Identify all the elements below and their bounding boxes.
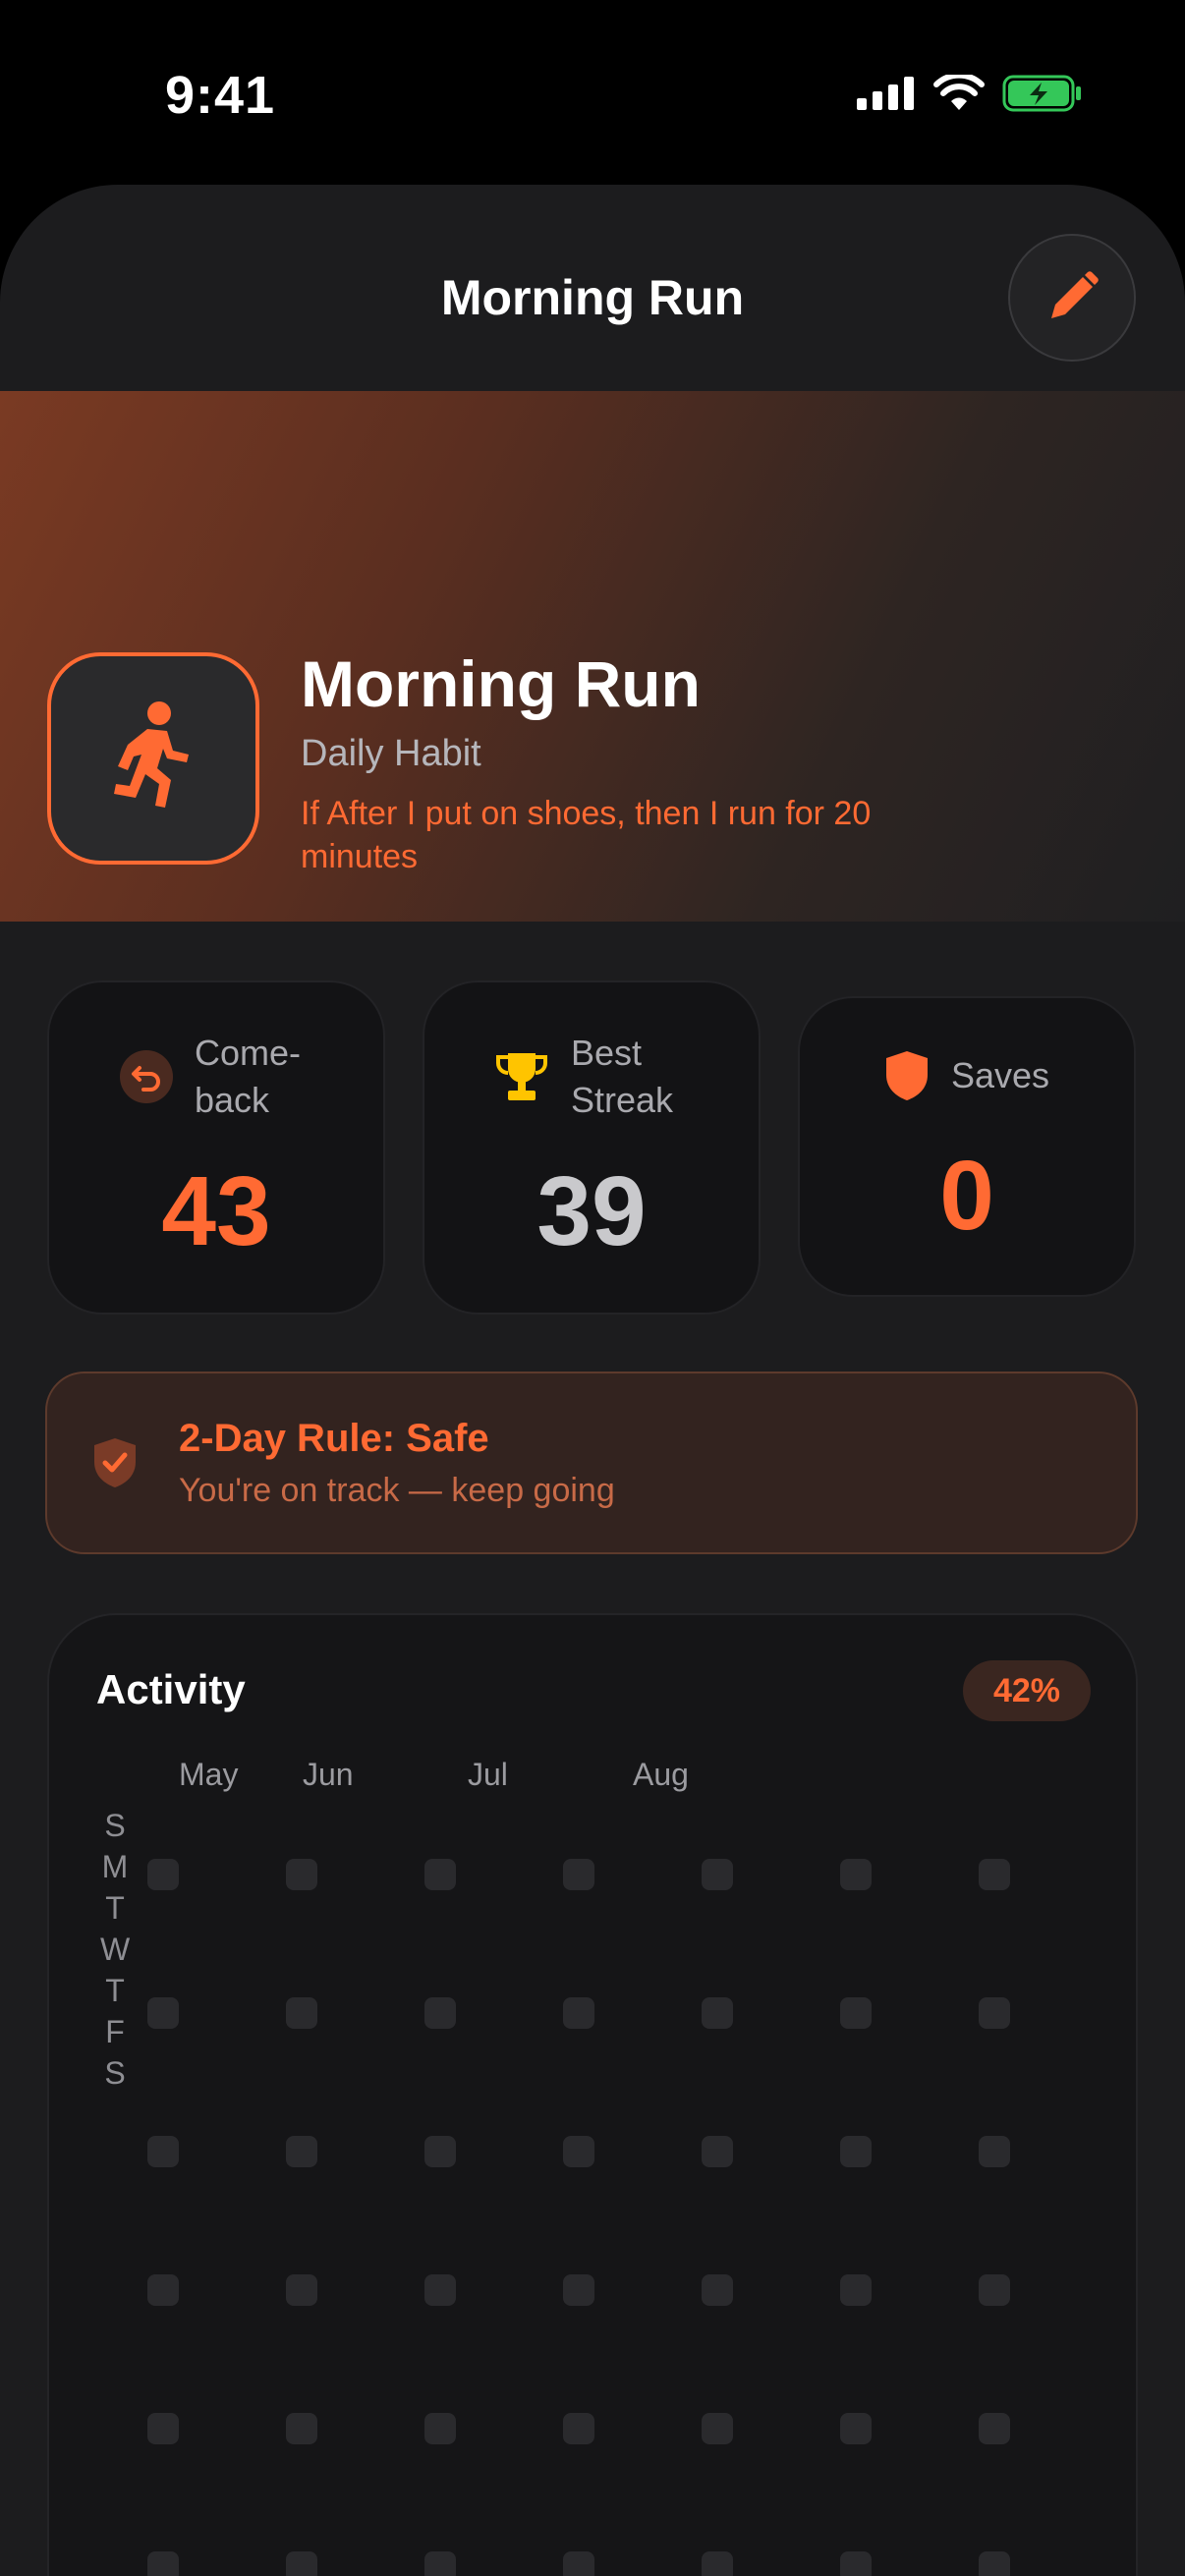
saves-value: 0 (939, 1141, 994, 1251)
activity-title: Activity (96, 1666, 246, 1712)
activity-cell (840, 1997, 872, 2029)
month-label: Jul (468, 1757, 508, 1792)
activity-cell (702, 1997, 733, 2029)
trophy-icon (496, 1053, 547, 1100)
activity-cell (840, 2413, 872, 2444)
activity-cell (702, 2136, 733, 2167)
activity-cell (424, 1997, 456, 2029)
activity-cell (840, 1859, 872, 1890)
activity-cell (563, 1859, 594, 1890)
best-streak-card: Best Streak 39 (423, 980, 761, 1315)
activity-cell (840, 2551, 872, 2576)
activity-cell (979, 2274, 1010, 2306)
weekday-label: F (105, 2014, 125, 2049)
best-streak-value: 39 (536, 1156, 647, 1266)
rule-subtitle: You're on track — keep going (179, 1472, 615, 1509)
activity-cell (563, 2136, 594, 2167)
activity-cell (424, 2551, 456, 2576)
activity-cell (979, 1859, 1010, 1890)
activity-cell (702, 1859, 733, 1890)
activity-cell (979, 2136, 1010, 2167)
activity-cell (979, 2551, 1010, 2576)
activity-cell (702, 2274, 733, 2306)
habit-frequency: Daily Habit (301, 733, 481, 774)
month-label: Jun (303, 1757, 354, 1792)
activity-cell (147, 1997, 179, 2029)
activity-cell (979, 2413, 1010, 2444)
status-time: 9:41 (165, 66, 276, 125)
rule-title: 2-Day Rule: Safe (179, 1417, 489, 1460)
activity-cell (286, 1997, 317, 2029)
shield-check-icon (94, 1438, 136, 1487)
undo-arrow-icon (120, 1050, 173, 1103)
status-bar: 9:41 (0, 0, 1185, 187)
habit-plan: If After I put on shoes, then I run for … (301, 795, 872, 875)
month-label: May (179, 1757, 239, 1792)
activity-cell (286, 2136, 317, 2167)
activity-cell (563, 2551, 594, 2576)
activity-cell (840, 2274, 872, 2306)
activity-cell (424, 2136, 456, 2167)
weekday-label: T (105, 1973, 125, 2008)
saves-label: Saves (950, 1055, 1050, 1095)
activity-cell (424, 1859, 456, 1890)
habit-icon-box (47, 652, 259, 865)
edit-button[interactable] (1008, 234, 1136, 362)
activity-cell (840, 2136, 872, 2167)
activity-percent-badge: 42% (963, 1660, 1091, 1721)
activity-cell (286, 2274, 317, 2306)
status-icons (857, 75, 1083, 112)
activity-cell (286, 2551, 317, 2576)
pencil-icon (1051, 271, 1099, 318)
activity-cell (702, 2413, 733, 2444)
wifi-icon (933, 75, 985, 110)
weekday-label: M (101, 1849, 129, 1884)
weekday-label: T (105, 1890, 125, 1926)
weekday-label: S (104, 2055, 126, 2091)
activity-cell (147, 2551, 179, 2576)
weekday-label: S (104, 1808, 126, 1843)
activity-cell (563, 1997, 594, 2029)
activity-cell (147, 2413, 179, 2444)
activity-cell (563, 2413, 594, 2444)
activity-cell (147, 1859, 179, 1890)
activity-cell (147, 2136, 179, 2167)
running-person-icon (114, 701, 189, 808)
two-day-rule-banner: 2-Day Rule: Safe You're on track — keep … (45, 1372, 1138, 1554)
activity-cell (286, 1859, 317, 1890)
activity-cell (424, 2413, 456, 2444)
weekday-label: W (100, 1932, 131, 1967)
activity-card: Activity 42% May Jun Jul Aug S M T W T F… (47, 1613, 1138, 2576)
activity-cell (563, 2274, 594, 2306)
activity-cell (286, 2413, 317, 2444)
month-label: Aug (633, 1757, 689, 1792)
activity-cell (979, 1997, 1010, 2029)
comeback-value: 43 (161, 1156, 271, 1266)
comeback-card: Come-back 43 (47, 980, 385, 1315)
habit-title: Morning Run (301, 647, 701, 720)
activity-cell (424, 2274, 456, 2306)
activity-cell (147, 2274, 179, 2306)
battery-charging-icon (1002, 75, 1081, 112)
saves-card: Saves 0 (798, 996, 1136, 1297)
signal-icon (857, 77, 914, 110)
activity-cell (702, 2551, 733, 2576)
comeback-label: Come-back (195, 1033, 302, 1120)
best-streak-label: Best Streak (571, 1033, 674, 1120)
shield-icon (885, 1051, 928, 1100)
